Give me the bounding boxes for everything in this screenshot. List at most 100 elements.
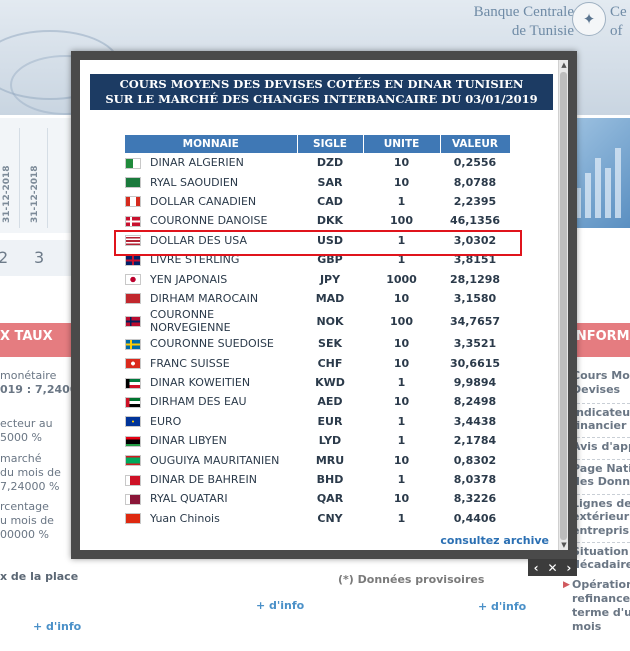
- rates-table: MONNAIE SIGLE UNITE VALEUR DINAR ALGERIE…: [125, 135, 511, 528]
- column-header-sigle: SIGLE: [297, 135, 364, 153]
- currency-name: DINAR DE BAHREIN: [150, 473, 257, 487]
- info-link-situation[interactable]: Situation: [572, 542, 630, 559]
- info-link-lignes[interactable]: entrepris: [572, 524, 630, 538]
- taux-text: 00000 %: [0, 528, 49, 541]
- currency-code: BHD: [316, 473, 344, 487]
- plus-info-link[interactable]: + d'info: [33, 620, 81, 633]
- scroll-thumb[interactable]: [560, 72, 567, 540]
- info-link-cours[interactable]: Devises: [572, 383, 630, 397]
- info-link-operations[interactable]: refinance: [572, 592, 630, 606]
- table-row: DINAR LIBYEN LYD 1 2,1784: [125, 431, 510, 450]
- info-link-cours[interactable]: Cours Moy: [572, 369, 630, 383]
- table-row: COURONNE NORVEGIENNE NOK 100 34,7657: [125, 308, 510, 334]
- flag-cell: [125, 450, 147, 469]
- table-row: EURO EUR 1 3,4438: [125, 412, 510, 431]
- scroll-up-icon[interactable]: ▲: [559, 60, 568, 70]
- table-row: RYAL QUATARI QAR 10 8,3226: [125, 489, 510, 508]
- currency-unit: 10: [393, 395, 410, 409]
- info-link-operations[interactable]: Opération: [572, 578, 630, 592]
- info-link-operations[interactable]: terme d'u: [572, 606, 630, 620]
- rates-body: DINAR ALGERIEN DZD 10 0,2556 RYAL SAOUDIEN SA…: [125, 153, 510, 528]
- table-row: DOLLAR CANADIEN CAD 1 2,2395: [125, 192, 510, 211]
- flag-cell: [125, 431, 147, 450]
- currency-name: EURO: [150, 414, 182, 428]
- currency-name: DINAR LIBYEN: [150, 434, 227, 448]
- currency-name: DINAR KOWEITIEN: [150, 376, 251, 390]
- info-link-page-nationale[interactable]: Page Nati: [572, 459, 630, 476]
- flag-cell: [125, 211, 147, 230]
- lightbox-nav: ‹ ✕ ›: [528, 559, 577, 576]
- taux-text: du mois de: [0, 466, 61, 479]
- currency-name: RYAL SAOUDIEN: [150, 175, 239, 189]
- table-row: DINAR KOWEITIEN KWD 1 9,9894: [125, 373, 510, 392]
- currency-unit: 1: [397, 473, 406, 487]
- currency-value: 0,8302: [453, 453, 497, 467]
- flag-cell: [125, 289, 147, 308]
- plus-info-link[interactable]: + d'info: [478, 600, 526, 613]
- close-icon[interactable]: ✕: [545, 560, 559, 576]
- flag-cell: [125, 153, 147, 172]
- flag-dzd-icon: [125, 157, 141, 169]
- info-link-lignes[interactable]: Lignes de: [572, 494, 630, 511]
- scroll-down-icon[interactable]: ▼: [559, 540, 568, 550]
- info-link-lignes[interactable]: extérieur: [572, 510, 630, 524]
- next-icon[interactable]: ›: [562, 560, 576, 576]
- flag-jpy-icon: [125, 274, 141, 286]
- flag-sek-icon: [125, 338, 141, 350]
- currency-value: 0,4406: [453, 511, 497, 525]
- table-row: DINAR ALGERIEN DZD 10 0,2556: [125, 153, 510, 172]
- flag-bhd-icon: [125, 474, 141, 486]
- table-row: OUGUIYA MAURITANIEN MRU 10 0,8302: [125, 450, 510, 469]
- info-link-page-nationale[interactable]: des Donn: [572, 475, 630, 489]
- info-link-avis[interactable]: Avis d'app: [572, 437, 630, 454]
- column-header-valeur: VALEUR: [440, 135, 511, 153]
- currency-code: MRU: [315, 453, 345, 467]
- currency-unit: 100: [390, 314, 413, 328]
- flag-gbp-icon: [125, 254, 141, 266]
- currency-code: CAD: [317, 194, 343, 208]
- currency-unit: 1: [397, 511, 406, 525]
- table-row: DIRHAM MAROCAIN MAD 10 3,1580: [125, 289, 510, 308]
- plus-info-link[interactable]: + d'info: [256, 599, 304, 612]
- taux-text: 7,24000 %: [0, 480, 60, 493]
- bank-seal-icon[interactable]: ✦: [572, 2, 606, 36]
- info-link-situation[interactable]: décadaire: [572, 558, 630, 572]
- currency-value: 9,9894: [453, 376, 497, 390]
- currency-unit: 1000: [386, 272, 417, 286]
- taux-place-text: x de la place: [0, 570, 78, 583]
- column-header-monnaie: MONNAIE: [125, 135, 298, 153]
- flag-kwd-icon: [125, 377, 141, 389]
- currency-name: DIRHAM DES EAU: [150, 395, 247, 409]
- info-link-operations[interactable]: mois: [572, 620, 630, 634]
- currency-unit: 1: [397, 194, 406, 208]
- currency-unit: 10: [393, 453, 410, 467]
- currency-name: DIRHAM MAROCAIN: [150, 291, 259, 305]
- archive-link[interactable]: consultez archive: [440, 534, 549, 547]
- rates-title: COURS MOYENS DES DEVISES COTÉES EN DINAR…: [90, 74, 553, 110]
- info-link-indicateurs[interactable]: Indicateu: [572, 403, 630, 420]
- table-row: COURONNE DANOISE DKK 100 46,1356: [125, 211, 510, 230]
- flag-cell: [125, 192, 147, 211]
- modal-scrollbar[interactable]: ▲ ▼: [558, 60, 568, 550]
- currency-unit: 100: [390, 214, 413, 228]
- currency-value: 28,1298: [449, 272, 501, 286]
- banner-bar: [595, 158, 601, 218]
- table-row: DINAR DE BAHREIN BHD 1 8,0378: [125, 470, 510, 489]
- flag-mru-icon: [125, 455, 141, 467]
- info-link-indicateurs[interactable]: financier: [572, 419, 630, 433]
- bank-name[interactable]: Banque Centrale de Tunisie: [474, 3, 574, 41]
- table-row: COURONNE SUEDOISE SEK 10 3,3521: [125, 334, 510, 353]
- previous-icon[interactable]: ‹: [529, 560, 543, 576]
- currency-code: DKK: [316, 214, 344, 228]
- flag-chf-icon: [125, 358, 141, 370]
- flag-cell: [125, 509, 147, 528]
- currency-code: DZD: [316, 156, 344, 170]
- currency-name: YEN JAPONAIS: [150, 272, 228, 286]
- flag-qar-icon: [125, 493, 141, 505]
- banner-bar: [615, 148, 621, 218]
- currency-unit: 10: [393, 492, 410, 506]
- currency-code: AED: [317, 395, 343, 409]
- currency-code: LYD: [318, 434, 342, 448]
- currency-name: DINAR ALGERIEN: [150, 156, 244, 170]
- taux-text: 5000 %: [0, 431, 42, 444]
